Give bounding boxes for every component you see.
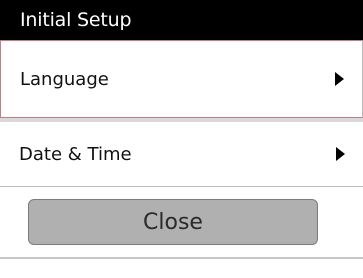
menu-item-date-time[interactable]: Date & Time: [0, 122, 363, 187]
arrow-right-icon: [335, 72, 344, 86]
menu-item-label: Date & Time: [19, 143, 132, 165]
bottom-area: [0, 259, 363, 278]
setup-screen: Initial Setup Language Date & Time Close: [0, 0, 363, 278]
screen-title: Initial Setup: [0, 0, 363, 40]
menu-item-language[interactable]: Language: [0, 40, 363, 118]
menu-item-label: Language: [20, 68, 109, 90]
close-button[interactable]: Close: [28, 199, 318, 245]
arrow-right-icon: [336, 147, 345, 161]
close-area: Close: [0, 187, 363, 257]
